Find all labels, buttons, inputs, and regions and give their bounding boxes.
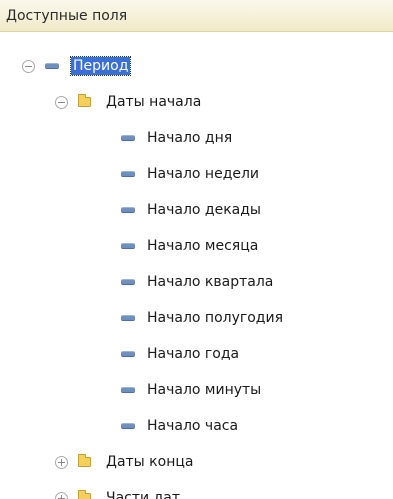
- tree-leaf-label: Начало часа: [147, 418, 239, 434]
- tree-leaf-label: Начало года: [147, 346, 240, 362]
- available-fields-panel: Доступные поля Период Даты начала Начало…: [0, 0, 393, 499]
- tree-leaf-start-of-minute[interactable]: Начало минуты: [121, 372, 261, 408]
- tree-leaf-label: Начало полугодия: [147, 310, 283, 326]
- expand-toggle-icon[interactable]: [55, 491, 68, 499]
- expand-toggle-icon[interactable]: [55, 455, 68, 469]
- tree-leaf-start-of-day[interactable]: Начало дня: [121, 120, 232, 156]
- field-icon: [121, 279, 135, 285]
- tree-node-end-dates[interactable]: Даты конца: [55, 444, 193, 480]
- tree-node-label: Период: [69, 56, 132, 76]
- field-icon: [45, 63, 59, 69]
- field-icon: [121, 135, 135, 141]
- tree-leaf-label: Начало месяца: [147, 238, 259, 254]
- collapse-toggle-icon[interactable]: [22, 59, 35, 73]
- tree-leaf-start-of-month[interactable]: Начало месяца: [121, 228, 258, 264]
- folder-icon: [78, 94, 91, 107]
- tree-leaf-start-of-decade[interactable]: Начало декады: [121, 192, 261, 228]
- panel-title: Доступные поля: [6, 7, 128, 24]
- tree-leaf-label: Начало квартала: [147, 274, 274, 290]
- field-icon: [121, 423, 135, 429]
- tree-leaf-start-of-half-year[interactable]: Начало полугодия: [121, 300, 283, 336]
- field-icon: [121, 315, 135, 321]
- collapse-toggle-icon[interactable]: [55, 95, 68, 109]
- panel-header: Доступные поля: [0, 0, 393, 32]
- tree-leaf-start-of-hour[interactable]: Начало часа: [121, 408, 238, 444]
- tree-node-start-dates[interactable]: Даты начала: [55, 84, 201, 120]
- folder-icon: [78, 454, 91, 467]
- field-icon: [121, 207, 135, 213]
- tree-leaf-label: Начало дня: [147, 130, 233, 146]
- tree-node-label: Части дат: [106, 490, 180, 499]
- field-icon: [121, 171, 135, 177]
- tree-leaf-start-of-week[interactable]: Начало недели: [121, 156, 259, 192]
- tree-node-label: Даты конца: [106, 454, 194, 470]
- tree-node-label: Даты начала: [106, 94, 202, 110]
- tree-leaf-label: Начало декады: [147, 202, 261, 218]
- tree-node-period[interactable]: Период: [22, 48, 132, 84]
- folder-icon: [78, 490, 91, 499]
- tree-leaf-start-of-quarter[interactable]: Начало квартала: [121, 264, 273, 300]
- field-icon: [121, 387, 135, 393]
- tree-node-date-parts[interactable]: Части дат: [55, 480, 180, 499]
- field-icon: [121, 351, 135, 357]
- tree-leaf-label: Начало минуты: [147, 382, 262, 398]
- tree-leaf-start-of-year[interactable]: Начало года: [121, 336, 239, 372]
- field-icon: [121, 243, 135, 249]
- tree-leaf-label: Начало недели: [147, 166, 260, 182]
